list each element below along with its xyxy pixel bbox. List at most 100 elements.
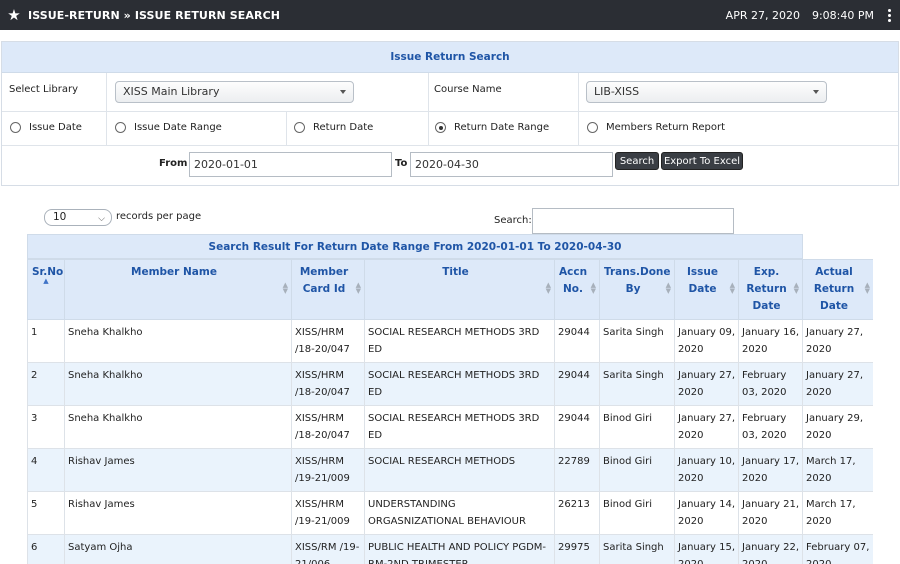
- chevron-down-icon: [340, 90, 346, 94]
- cell-exp-return-date: February 03, 2020: [738, 405, 803, 449]
- cell-member-card-id: XISS/HRM /18-20/047: [291, 319, 365, 363]
- results-caption: Search Result For Return Date Range From…: [27, 234, 803, 259]
- export-to-excel-button[interactable]: Export To Excel: [661, 152, 743, 170]
- cell-member-card-id: XISS/HRM /18-20/047: [291, 405, 365, 449]
- star-icon[interactable]: ★: [0, 6, 28, 24]
- cell-accn-no: 29044: [554, 319, 600, 363]
- cell-member-card-id: XISS/RM /19-21/006: [291, 534, 365, 564]
- records-per-page-select[interactable]: 10 ⌵: [44, 209, 112, 226]
- breadcrumb: ISSUE-RETURN » ISSUE RETURN SEARCH: [28, 8, 281, 22]
- column-header-exp-return-date[interactable]: Exp. Return Date ▲ ▼: [738, 259, 803, 320]
- chevron-down-icon: [813, 90, 819, 94]
- radio-issue-date-range-dot[interactable]: [115, 122, 126, 133]
- cell-trans-done-by: Binod Giri: [599, 448, 675, 492]
- table-row: 3 Sneha Khalkho XISS/HRM /18-20/047 SOCIAL …: [27, 405, 873, 449]
- radio-return-date-label: Return Date: [313, 122, 374, 133]
- radio-return-date-range-dot[interactable]: [435, 122, 446, 133]
- cell-exp-return-date: January 16, 2020: [738, 319, 803, 363]
- cell-sr-no: 5: [27, 491, 65, 535]
- sort-ascending-icon: ▲: [43, 277, 49, 285]
- cell-trans-done-by: Sarita Singh: [599, 534, 675, 564]
- radio-issue-date-dot[interactable]: [10, 122, 21, 133]
- library-select[interactable]: XISS Main Library: [115, 81, 354, 103]
- cell-title: PUBLIC HEALTH AND POLICY PGDM-RM-2ND TRI…: [364, 534, 555, 564]
- column-header-member-card-id[interactable]: Member Card Id ▲ ▼: [291, 259, 365, 320]
- course-select[interactable]: LIB-XISS: [586, 81, 827, 103]
- radio-members-return-report-dot[interactable]: [587, 122, 598, 133]
- course-name-label: Course Name: [434, 84, 502, 95]
- current-time: 9:08:40 PM: [811, 8, 874, 22]
- cell-accn-no: 29044: [554, 405, 600, 449]
- cell-title: SOCIAL RESEARCH METHODS: [364, 448, 555, 492]
- chevron-down-icon: ⌵: [98, 214, 105, 224]
- to-date-input[interactable]: 2020-04-30: [410, 152, 613, 177]
- cell-trans-done-by: Binod Giri: [599, 491, 675, 535]
- column-header-sr-no[interactable]: Sr.No ▲: [27, 259, 65, 320]
- search-button[interactable]: Search: [615, 152, 659, 170]
- cell-member-name: Sneha Khalkho: [64, 319, 292, 363]
- cell-actual-return-date: January 27, 2020: [802, 362, 873, 406]
- from-date-input[interactable]: 2020-01-01: [189, 152, 392, 177]
- current-date: APR 27, 2020: [725, 8, 800, 22]
- cell-member-name: Rishav James: [64, 448, 292, 492]
- library-course-row: Select Library XISS Main Library Course …: [2, 73, 898, 112]
- radio-members-return-report[interactable]: Members Return Report: [587, 122, 725, 133]
- radio-return-date-range[interactable]: Return Date Range: [435, 122, 549, 133]
- cell-issue-date: January 15, 2020: [674, 534, 739, 564]
- table-row: 5 Rishav James XISS/HRM /19-21/009 UNDERSTA…: [27, 491, 873, 535]
- cell-exp-return-date: January 21, 2020: [738, 491, 803, 535]
- cell-issue-date: January 09, 2020: [674, 319, 739, 363]
- cell-title: UNDERSTANDING ORGASNIZATIONAL BEHAVIOUR: [364, 491, 555, 535]
- sort-icon: ▲ ▼: [793, 281, 799, 295]
- sort-icon: ▲ ▼: [590, 281, 596, 295]
- cell-sr-no: 6: [27, 534, 65, 564]
- cell-actual-return-date: March 17, 2020: [802, 448, 873, 492]
- cell-issue-date: January 14, 2020: [674, 491, 739, 535]
- column-header-trans-done-by[interactable]: Trans.Done By ▲ ▼: [599, 259, 675, 320]
- select-library-label: Select Library: [9, 84, 78, 95]
- column-header-member-name[interactable]: Member Name ▲ ▼: [64, 259, 292, 320]
- results-grid: Search Result For Return Date Range From…: [27, 234, 873, 564]
- column-header-accn-no[interactable]: Accn No. ▲ ▼: [554, 259, 600, 320]
- cell-trans-done-by: Sarita Singh: [599, 319, 675, 363]
- table-row: 6Satyam OjhaXISS/RM /19-21/006PUBLIC HEA…: [27, 534, 873, 564]
- sort-icon: ▲ ▼: [282, 281, 288, 295]
- sort-icon: ▲ ▼: [729, 281, 735, 295]
- radio-return-date-dot[interactable]: [294, 122, 305, 133]
- table-search-label: Search:: [494, 215, 532, 226]
- cell-actual-return-date: March 17, 2020: [802, 491, 873, 535]
- to-label: To: [395, 158, 408, 169]
- cell-trans-done-by: Sarita Singh: [599, 362, 675, 406]
- cell-accn-no: 29044: [554, 362, 600, 406]
- form-title: Issue Return Search: [2, 42, 898, 73]
- sort-icon: ▲ ▼: [665, 281, 671, 295]
- column-header-title[interactable]: Title ▲ ▼: [364, 259, 555, 320]
- kebab-menu-icon[interactable]: [882, 8, 896, 22]
- cell-issue-date: January 27, 2020: [674, 405, 739, 449]
- from-label: From: [159, 158, 188, 169]
- cell-title: SOCIAL RESEARCH METHODS 3RD ED: [364, 362, 555, 406]
- radio-issue-date-label: Issue Date: [29, 122, 82, 133]
- radio-issue-date-range[interactable]: Issue Date Range: [115, 122, 222, 133]
- top-bar: ★ ISSUE-RETURN » ISSUE RETURN SEARCH APR…: [0, 0, 900, 30]
- sort-icon: ▲ ▼: [545, 281, 551, 295]
- cell-member-card-id: XISS/HRM /19-21/009: [291, 491, 365, 535]
- table-search-input[interactable]: [532, 208, 734, 234]
- cell-member-card-id: XISS/HRM /18-20/047: [291, 362, 365, 406]
- cell-actual-return-date: February 07, 2020: [802, 534, 873, 564]
- cell-accn-no: 29975: [554, 534, 600, 564]
- sort-icon: ▲ ▼: [355, 281, 361, 295]
- cell-accn-no: 26213: [554, 491, 600, 535]
- cell-issue-date: January 27, 2020: [674, 362, 739, 406]
- cell-exp-return-date: January 22, 2020: [738, 534, 803, 564]
- cell-sr-no: 4: [27, 448, 65, 492]
- column-header-actual-return-date[interactable]: Actual Return Date ▲ ▼: [802, 259, 873, 320]
- radio-issue-date[interactable]: Issue Date: [10, 122, 82, 133]
- cell-member-name: Rishav James: [64, 491, 292, 535]
- cell-actual-return-date: January 27, 2020: [802, 319, 873, 363]
- column-header-issue-date[interactable]: Issue Date ▲ ▼: [674, 259, 739, 320]
- radio-issue-date-range-label: Issue Date Range: [134, 122, 222, 133]
- radio-return-date[interactable]: Return Date: [294, 122, 373, 133]
- cell-exp-return-date: January 17, 2020: [738, 448, 803, 492]
- table-header-row: Sr.No ▲ Member Name ▲ ▼ Member Card Id ▲ ▼ Ti…: [27, 259, 873, 320]
